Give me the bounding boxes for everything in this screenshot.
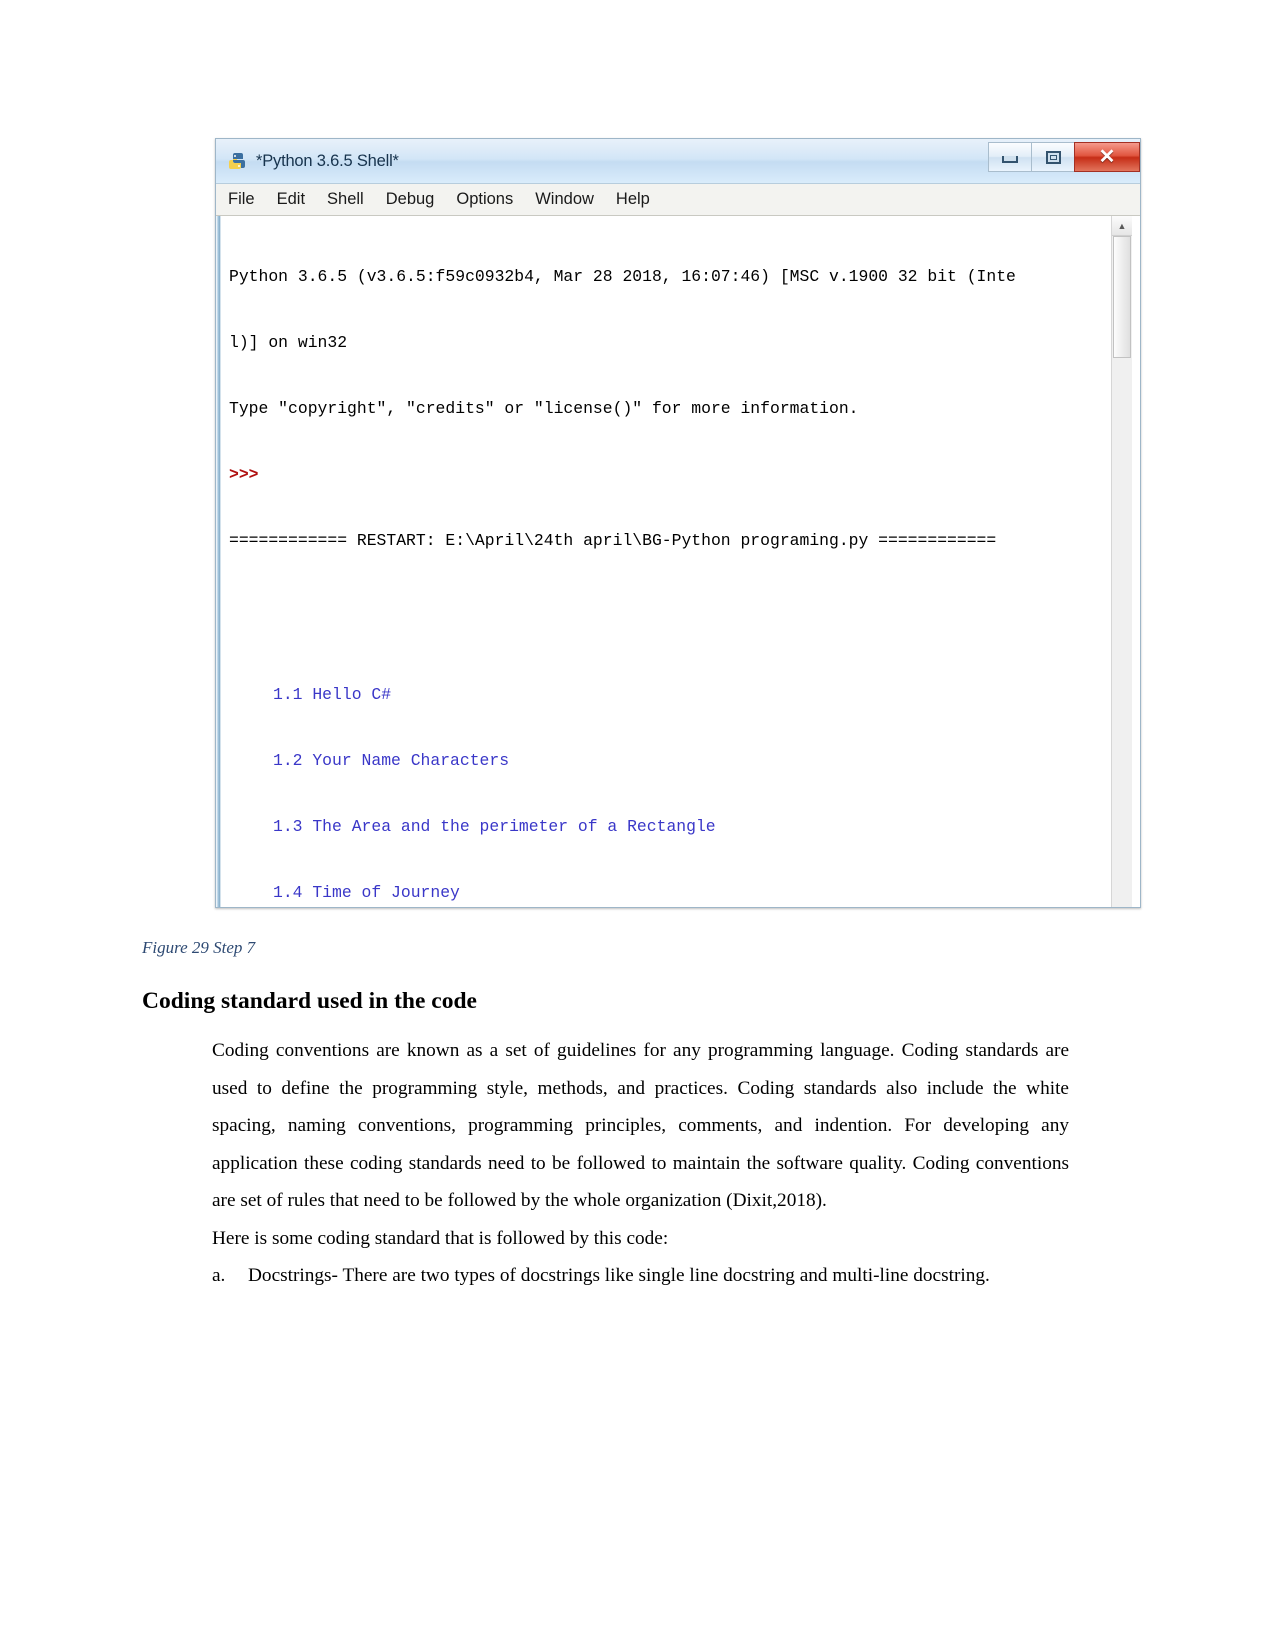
program-menu-option: 1.1 Hello C#	[273, 685, 392, 704]
menu-item-debug[interactable]: Debug	[386, 190, 435, 209]
python-idle-icon	[226, 150, 248, 172]
minimize-icon	[1002, 155, 1018, 163]
shell-right-margin	[1132, 216, 1140, 907]
window-title: *Python 3.6.5 Shell*	[256, 151, 399, 170]
close-button[interactable]: ✕	[1074, 142, 1140, 172]
maximize-icon	[1045, 150, 1061, 164]
scroll-up-arrow-icon[interactable]: ▲	[1112, 216, 1132, 236]
menu-item-window[interactable]: Window	[535, 190, 594, 209]
figure-screenshot: *Python 3.6.5 Shell* ✕ File Edit Shell D…	[215, 138, 1141, 908]
shell-line: Type "copyright", "credits" or "license(…	[229, 399, 859, 418]
shell-body: Python 3.6.5 (v3.6.5:f59c0932b4, Mar 28 …	[216, 216, 1140, 907]
shell-scrollbar[interactable]: ▲	[1111, 216, 1132, 907]
shell-blank-line	[229, 596, 1111, 618]
list-item-text: Docstrings- There are two types of docst…	[248, 1265, 990, 1286]
menu-item-shell[interactable]: Shell	[327, 190, 364, 209]
body-paragraph: Coding conventions are known as a set of…	[212, 1040, 1069, 1211]
menu-bar: File Edit Shell Debug Options Window Hel…	[216, 184, 1140, 216]
shell-output-area[interactable]: Python 3.6.5 (v3.6.5:f59c0932b4, Mar 28 …	[221, 216, 1111, 907]
document-body: Coding conventions are known as a set of…	[212, 1032, 1069, 1295]
shell-restart-line: ============ RESTART: E:\April\24th apri…	[229, 531, 997, 550]
list-item-marker: a.	[212, 1265, 226, 1286]
body-paragraph: Here is some coding standard that is fol…	[212, 1227, 669, 1249]
program-menu-option: 1.3 The Area and the perimeter of a Rect…	[273, 817, 716, 836]
shell-line: l)] on win32	[229, 333, 348, 352]
python-shell-window: *Python 3.6.5 Shell* ✕ File Edit Shell D…	[215, 138, 1141, 908]
shell-line: Python 3.6.5 (v3.6.5:f59c0932b4, Mar 28 …	[229, 267, 1016, 286]
program-menu-option: 1.2 Your Name Characters	[273, 751, 510, 770]
minimize-button[interactable]	[988, 142, 1031, 172]
menu-item-options[interactable]: Options	[456, 190, 513, 209]
section-heading: Coding standard used in the code	[142, 988, 477, 1014]
figure-caption: Figure 29 Step 7	[142, 938, 256, 957]
scrollbar-thumb[interactable]	[1113, 236, 1131, 358]
menu-item-edit[interactable]: Edit	[277, 190, 305, 209]
menu-item-help[interactable]: Help	[616, 190, 650, 209]
window-titlebar[interactable]: *Python 3.6.5 Shell* ✕	[216, 139, 1140, 184]
menu-item-file[interactable]: File	[228, 190, 255, 209]
list-item: a. Docstrings- There are two types of do…	[212, 1257, 1069, 1295]
maximize-button[interactable]	[1031, 142, 1074, 172]
close-icon: ✕	[1098, 146, 1116, 168]
window-controls: ✕	[988, 142, 1140, 172]
shell-prompt: >>>	[229, 465, 259, 484]
program-menu-option: 1.4 Time of Journey	[273, 883, 460, 902]
